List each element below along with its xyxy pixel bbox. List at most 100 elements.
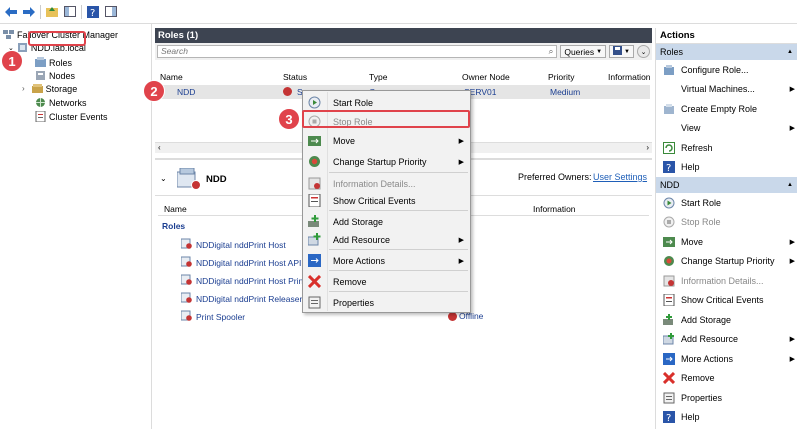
- cluster-manager-icon: [3, 29, 14, 40]
- user-settings-link[interactable]: User Settings: [593, 172, 647, 182]
- actions-section-ndd[interactable]: NDD ▲: [656, 177, 797, 193]
- list-item[interactable]: Print Spooler: [180, 310, 246, 323]
- save-icon: [613, 46, 623, 57]
- action-virtual-machines[interactable]: Virtual Machines... ▶: [656, 80, 797, 100]
- column-priority[interactable]: Priority: [548, 72, 574, 82]
- action-help[interactable]: ? Help: [656, 158, 797, 178]
- properties-icon: [663, 392, 675, 404]
- menu-item-show-critical-events[interactable]: Show Critical Events: [303, 191, 470, 210]
- column-information[interactable]: Information: [608, 72, 651, 82]
- tree-item-networks-label: Networks: [49, 97, 87, 108]
- folder-up-icon[interactable]: [45, 5, 59, 19]
- detail-column-information[interactable]: Information: [533, 204, 576, 214]
- tree-item-storage[interactable]: › Storage: [22, 82, 77, 95]
- roles-highlight: [28, 31, 86, 46]
- menu-separator: [329, 291, 468, 292]
- action-view[interactable]: View ▶: [656, 119, 797, 139]
- more-actions-icon: [307, 254, 321, 268]
- column-owner-node[interactable]: Owner Node: [462, 72, 510, 82]
- help-icon[interactable]: ?: [86, 5, 100, 19]
- scroll-right-icon[interactable]: ›: [646, 143, 649, 152]
- start-role-icon: [663, 197, 675, 209]
- forward-arrow-icon[interactable]: [22, 5, 36, 19]
- menu-separator: [329, 172, 468, 173]
- menu-item-more-actions[interactable]: More Actions ▶: [303, 251, 470, 270]
- tree-item-roles[interactable]: Roles: [35, 56, 72, 69]
- menu-item-change-startup-priority[interactable]: Change Startup Priority ▶: [303, 152, 470, 171]
- action-label: Show Critical Events: [681, 295, 764, 306]
- actions-pane: Actions Roles ▲ Configure Role... Virtua…: [655, 28, 797, 429]
- menu-item-label: Remove: [333, 276, 367, 287]
- action-start-role[interactable]: Start Role: [656, 193, 797, 213]
- queries-button[interactable]: Queries ▼: [560, 45, 607, 58]
- list-item[interactable]: NDDigital nddPrint Host API: [180, 256, 301, 269]
- menu-item-remove[interactable]: Remove: [303, 272, 470, 291]
- back-arrow-icon[interactable]: [4, 5, 18, 19]
- toolbar-separator: [40, 4, 41, 19]
- critical-events-icon: [307, 194, 321, 208]
- actions-title: Actions: [656, 28, 797, 44]
- start-role-icon: [307, 96, 321, 110]
- list-item[interactable]: NDDigital nddPrint Releaser: [180, 292, 302, 305]
- column-status[interactable]: Status: [283, 72, 307, 82]
- action-help-ndd[interactable]: ? Help: [656, 408, 797, 428]
- resource-icon: [180, 310, 192, 323]
- action-stop-role[interactable]: Stop Role: [656, 213, 797, 233]
- cluster-events-icon: [35, 110, 46, 123]
- list-item[interactable]: NDDigital nddPrint Host Print: [180, 274, 306, 287]
- menu-item-add-storage[interactable]: Add Storage: [303, 212, 470, 231]
- action-properties[interactable]: Properties: [656, 388, 797, 408]
- action-add-storage[interactable]: Add Storage: [656, 310, 797, 330]
- blank-icon: [663, 83, 675, 95]
- role-large-icon: [176, 167, 201, 192]
- menu-item-properties[interactable]: Properties: [303, 293, 470, 312]
- collapse-triangle-icon[interactable]: ▲: [787, 49, 793, 55]
- action-refresh[interactable]: Refresh: [656, 138, 797, 158]
- collapse-circle-icon[interactable]: ⌄: [637, 45, 650, 58]
- show-action-pane-icon[interactable]: [104, 5, 118, 19]
- action-show-critical-events[interactable]: Show Critical Events: [656, 291, 797, 311]
- action-label: Change Startup Priority: [681, 256, 775, 267]
- stop-role-icon: [663, 216, 675, 228]
- column-type[interactable]: Type: [369, 72, 387, 82]
- action-create-empty-role[interactable]: Create Empty Role: [656, 99, 797, 119]
- action-add-resource[interactable]: Add Resource ▶: [656, 330, 797, 350]
- tree-item-networks[interactable]: Networks: [35, 96, 87, 109]
- tree-item-nodes-label: Nodes: [49, 70, 76, 81]
- scroll-left-icon[interactable]: ‹: [158, 143, 161, 152]
- action-label: Information Details...: [681, 275, 764, 286]
- menu-item-label: More Actions: [333, 255, 386, 266]
- move-icon: [663, 236, 675, 248]
- tree-item-cluster-events[interactable]: Cluster Events: [35, 110, 108, 123]
- add-resource-icon: [307, 233, 321, 247]
- properties-icon: [307, 296, 321, 310]
- collapse-triangle-icon[interactable]: ▲: [787, 182, 793, 188]
- search-icon[interactable]: ⌕: [549, 46, 554, 57]
- search-input[interactable]: Search ⌕: [157, 45, 558, 58]
- chevron-down-icon[interactable]: ⌄: [160, 174, 167, 183]
- action-configure-role[interactable]: Configure Role...: [656, 60, 797, 80]
- action-more-actions[interactable]: More Actions ▶: [656, 349, 797, 369]
- more-actions-icon: [663, 352, 675, 365]
- preferred-owners-label: Preferred Owners:: [518, 172, 592, 182]
- save-query-button[interactable]: ▼: [609, 45, 634, 58]
- search-placeholder: Search: [161, 46, 188, 56]
- action-label: Add Storage: [681, 314, 732, 325]
- list-item[interactable]: NDDigital nddPrint Host: [180, 238, 286, 251]
- action-change-startup-priority[interactable]: Change Startup Priority ▶: [656, 252, 797, 272]
- action-label: Move: [681, 236, 704, 247]
- help-icon: ?: [663, 161, 675, 174]
- menu-item-move[interactable]: Move ▶: [303, 131, 470, 150]
- nodes-icon: [35, 70, 46, 81]
- resource-name: Print Spooler: [196, 311, 246, 322]
- action-move[interactable]: Move ▶: [656, 232, 797, 252]
- show-hide-tree-icon[interactable]: [63, 5, 77, 19]
- actions-section-roles[interactable]: Roles ▲: [656, 44, 797, 60]
- action-information-details[interactable]: Information Details...: [656, 271, 797, 291]
- menu-item-add-resource[interactable]: Add Resource ▶: [303, 230, 470, 249]
- action-remove[interactable]: Remove: [656, 369, 797, 389]
- detail-column-name[interactable]: Name: [164, 204, 187, 214]
- tree-item-nodes[interactable]: Nodes: [35, 69, 75, 82]
- column-name[interactable]: Name: [160, 72, 183, 82]
- dropdown-arrow-icon: ▼: [596, 48, 603, 55]
